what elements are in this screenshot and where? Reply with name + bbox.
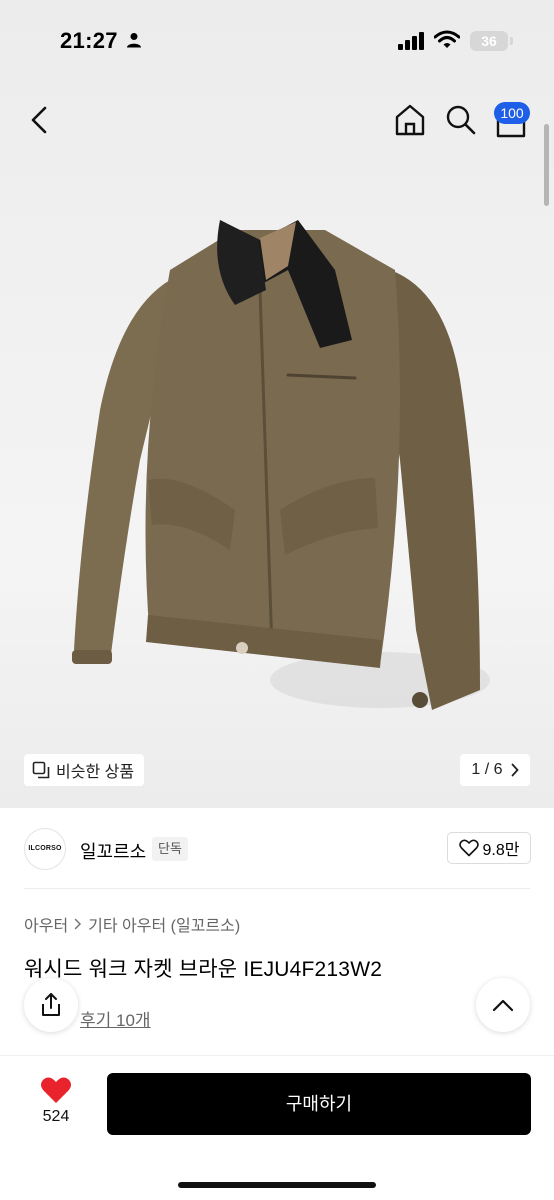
breadcrumb-subcategory[interactable]: 기타 아우터 (일꼬르소) xyxy=(88,912,240,936)
battery-tip xyxy=(510,37,513,45)
similar-products-button[interactable]: 비슷한 상품 xyxy=(24,754,145,786)
product-like-count: 524 xyxy=(42,1108,70,1125)
status-bar: 21:27 36 xyxy=(0,0,554,84)
exclusive-badge: 단독 xyxy=(152,837,188,861)
chevron-right-icon xyxy=(511,763,519,777)
chevron-right-icon xyxy=(74,918,82,930)
copy-icon xyxy=(32,761,50,779)
heart-outline-icon xyxy=(458,839,479,857)
home-icon[interactable] xyxy=(393,102,427,138)
brand-like-button[interactable]: 9.8만 xyxy=(447,832,531,864)
wifi-icon xyxy=(434,30,460,48)
scrollbar[interactable] xyxy=(544,124,549,206)
buy-button[interactable]: 구매하기 xyxy=(107,1073,531,1135)
breadcrumb-category[interactable]: 아우터 xyxy=(24,912,68,936)
signal-icon xyxy=(398,32,424,50)
brand-like-count: 9.8만 xyxy=(482,842,520,859)
scroll-top-button[interactable] xyxy=(476,978,530,1032)
product-photo xyxy=(72,220,490,710)
brand-name[interactable]: 일꼬르소 xyxy=(80,838,146,864)
image-page-indicator[interactable]: 1 / 6 xyxy=(460,754,530,786)
chevron-up-icon xyxy=(492,999,514,1012)
share-icon xyxy=(42,993,60,1016)
search-icon[interactable] xyxy=(444,102,478,138)
brand-logo[interactable]: ILCORSO xyxy=(24,828,66,870)
back-icon[interactable] xyxy=(24,102,56,138)
breadcrumb: 아우터 기타 아우터 (일꼬르소) xyxy=(24,912,240,936)
share-button[interactable] xyxy=(24,978,78,1032)
page-indicator-text: 1 / 6 xyxy=(471,761,503,778)
heart-filled-icon[interactable] xyxy=(40,1076,72,1104)
similar-products-label: 비슷한 상품 xyxy=(56,764,135,781)
home-indicator xyxy=(178,1182,376,1188)
divider xyxy=(24,888,530,889)
reviews-link[interactable]: 후기 10개 xyxy=(80,1006,151,1031)
cart-count-badge: 100 xyxy=(494,102,530,124)
status-time: 21:27 xyxy=(60,28,118,53)
person-icon xyxy=(127,33,141,48)
product-title: 워시드 워크 자켓 브라운 IEJU4F213W2 xyxy=(24,958,383,981)
battery-icon: 36 xyxy=(470,31,508,51)
